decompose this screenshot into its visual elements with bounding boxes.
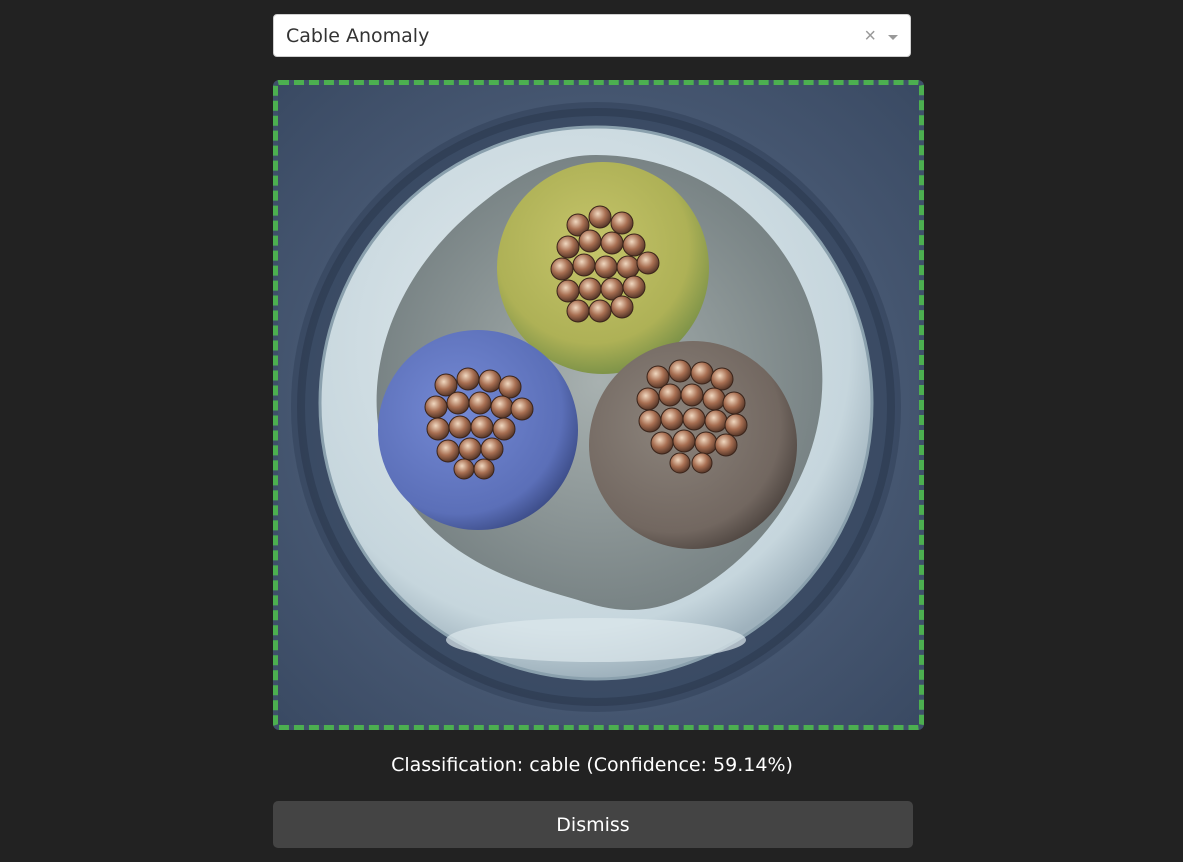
model-select-value: Cable Anomaly [286,25,430,47]
dismiss-button[interactable]: Dismiss [273,801,913,848]
app-root: Cable Anomaly × Classification: cable (C… [0,0,1183,862]
chevron-down-icon[interactable] [888,35,898,40]
close-icon[interactable]: × [864,15,876,58]
model-select[interactable]: Cable Anomaly × [273,14,911,57]
inspection-image [273,80,924,730]
cable-cross-section-image [278,85,919,725]
classification-result: Classification: cable (Confidence: 59.14… [391,754,793,776]
